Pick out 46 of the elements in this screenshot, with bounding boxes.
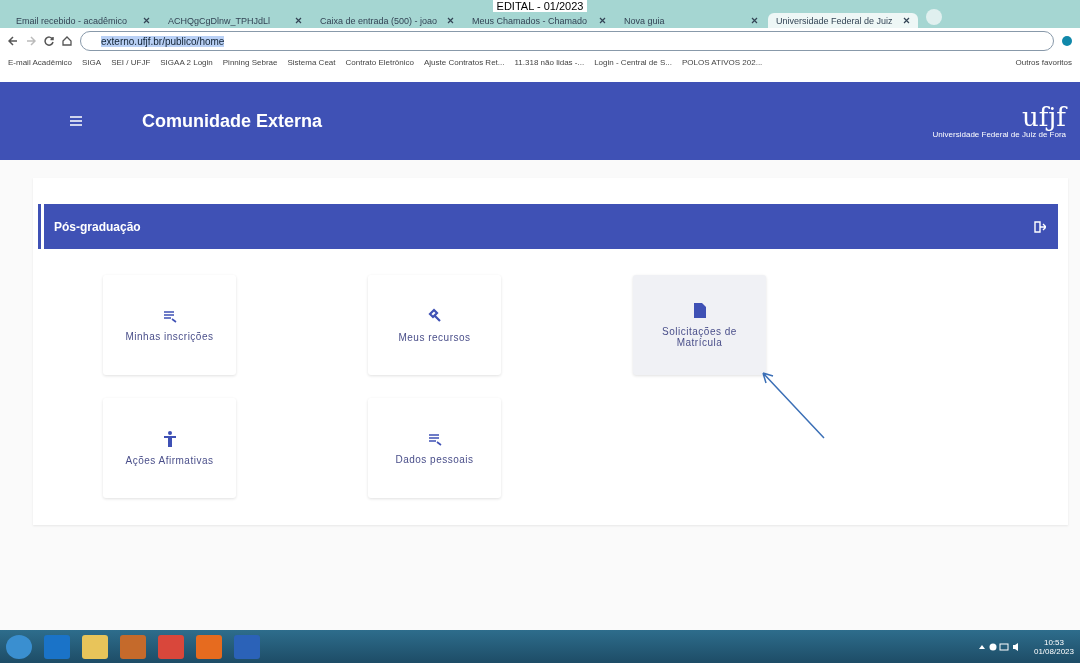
person-icon — [162, 430, 177, 447]
browser-tab[interactable]: Email recebido - acadêmico — [8, 13, 158, 28]
list-icon — [427, 431, 442, 446]
page-title: Comunidade Externa — [142, 110, 324, 132]
menu-tile[interactable]: Minhas inscrições — [103, 275, 236, 375]
menu-icon[interactable] — [70, 116, 82, 126]
menu-tile[interactable]: Solicitações de Matrícula — [633, 275, 766, 375]
bookmark[interactable]: Pinning Sebrae — [222, 58, 278, 67]
bookmark[interactable]: Ajuste Contratos Ret... — [424, 58, 505, 67]
back-icon[interactable] — [8, 36, 18, 46]
bookmark[interactable]: SIGAA 2 Login — [160, 58, 213, 67]
clock-date: 01/08/2023 — [1033, 646, 1074, 656]
menu-tile[interactable]: Meus recursos — [368, 275, 501, 375]
browser-tab[interactable]: ACHQgCgDlnw_TPHJdLl — [160, 13, 310, 28]
bookmark[interactable]: E-mail Acadêmico — [8, 58, 73, 67]
bookmark[interactable]: POLOS ATIVOS 202... — [682, 58, 763, 67]
list-icon — [162, 308, 177, 323]
browser-tab[interactable]: Universidade Federal de Juiz — [768, 13, 918, 28]
browser-tab[interactable]: Meus Chamados - Chamado — [464, 13, 614, 28]
close-icon[interactable] — [447, 17, 454, 24]
bookmark[interactable]: 11.318 não lidas -... — [514, 58, 585, 67]
close-icon[interactable] — [295, 17, 302, 24]
browser-tab[interactable]: Caixa de entrada (500) - joao — [312, 13, 462, 28]
logout-icon[interactable] — [1034, 220, 1046, 233]
menu-tile[interactable]: Ações Afirmativas — [103, 398, 236, 498]
bookmark-folder[interactable]: Outros favoritos — [1015, 58, 1072, 67]
home-icon[interactable] — [62, 36, 72, 46]
close-icon[interactable] — [903, 17, 910, 24]
close-icon[interactable] — [143, 17, 150, 24]
reload-icon[interactable] — [44, 36, 54, 46]
profile-icon[interactable] — [1062, 36, 1072, 46]
bookmark[interactable]: Login - Central de S... — [594, 58, 672, 67]
overlay-title: EDITAL - 01/2023 — [492, 0, 588, 12]
menu-tile[interactable]: Dados pessoais — [368, 398, 501, 498]
browser-tab[interactable]: Nova guia — [616, 13, 766, 28]
close-icon[interactable] — [599, 17, 606, 24]
gavel-icon — [426, 307, 443, 324]
bookmark[interactable]: SIGA — [82, 58, 102, 67]
bookmark[interactable]: Contrato Eletrônico — [345, 58, 414, 67]
clock-time: 10:53 — [1043, 637, 1064, 647]
bookmark[interactable]: SEI / UFJF — [111, 58, 151, 67]
section-title: Pós-graduação — [54, 219, 142, 234]
close-icon[interactable] — [751, 17, 758, 24]
university-logo: ufjf Universidade Federal de Juiz de Fora — [932, 103, 1066, 139]
bookmark[interactable]: Sistema Ceat — [287, 58, 336, 67]
annotation-arrow — [762, 372, 825, 439]
